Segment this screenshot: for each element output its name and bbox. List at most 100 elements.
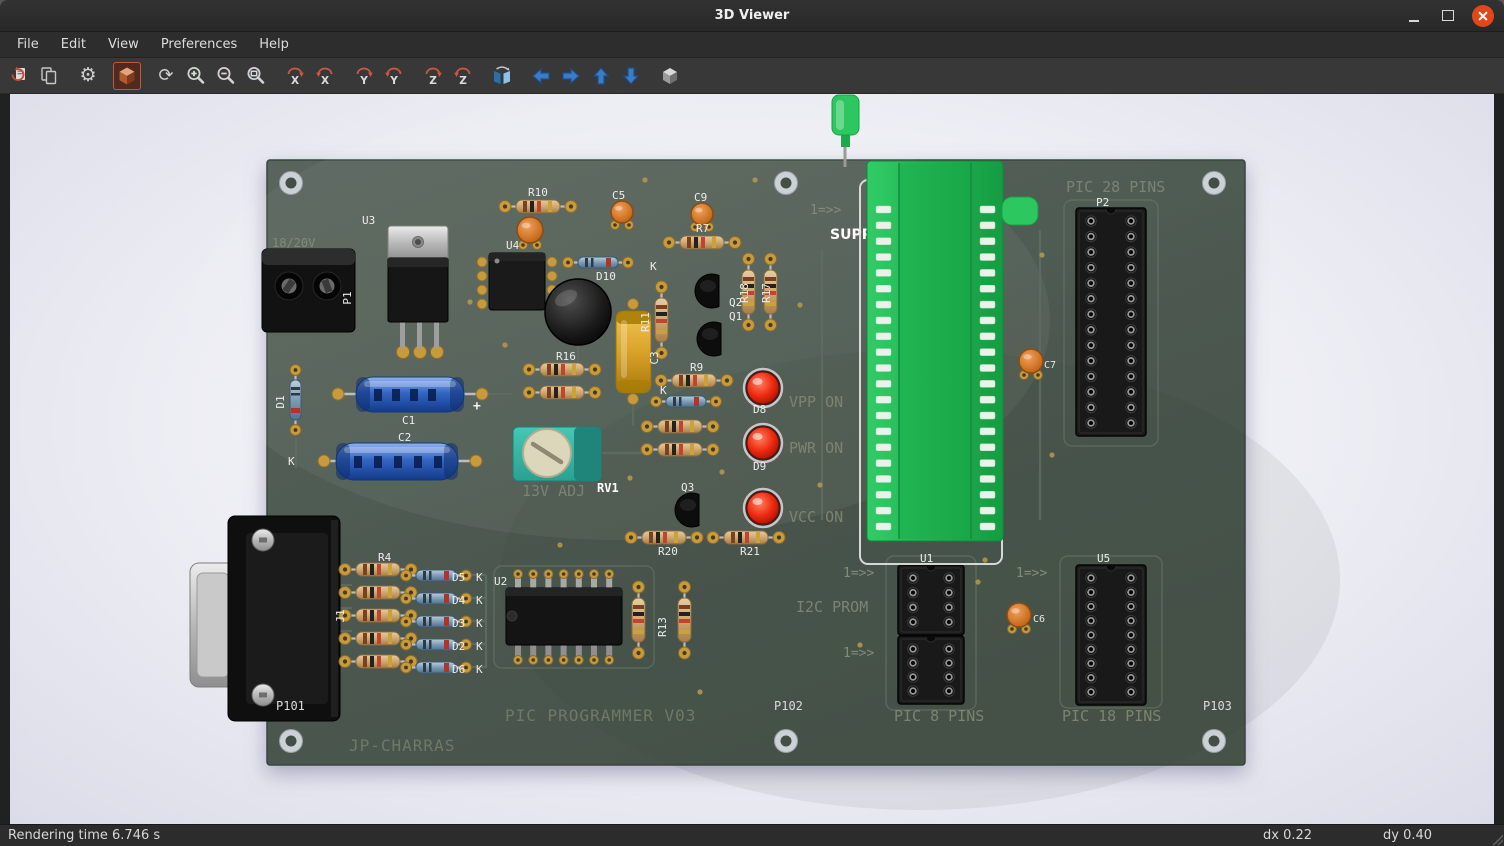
socket-u1-a — [898, 565, 964, 635]
zif-pin-slot — [980, 491, 995, 498]
zif-pin-slot — [876, 333, 891, 340]
silkscreen-label: C5 — [612, 189, 625, 202]
titlebar[interactable]: 3D Viewer — [0, 0, 1504, 32]
silkscreen-label: U5 — [1097, 552, 1110, 565]
zif-pin-slot — [876, 523, 891, 530]
silkscreen-label: R11 — [639, 312, 652, 332]
zif-pin-slot — [876, 301, 891, 308]
zif-pin-slot — [980, 333, 995, 340]
zif-pin-slot — [980, 460, 995, 467]
window-controls — [1404, 5, 1504, 27]
zif-pin-slot — [980, 396, 995, 403]
silkscreen-label: P103 — [1203, 699, 1232, 713]
rotate-x-cw-button[interactable]: X — [281, 62, 309, 90]
db9-connector — [190, 516, 340, 721]
minimize-button[interactable] — [1404, 6, 1424, 26]
move-left-button[interactable] — [527, 62, 555, 90]
silkscreen-label: K — [288, 455, 295, 468]
silkscreen-label: 1=>> — [843, 646, 874, 661]
reload-board-button[interactable] — [5, 62, 33, 90]
move-down-button[interactable] — [617, 62, 645, 90]
silkscreen-label: K — [476, 663, 483, 676]
rotate-z-ccw-button[interactable]: Z — [449, 62, 477, 90]
resize-grip[interactable] — [1491, 833, 1503, 845]
menu-preferences[interactable]: Preferences — [150, 33, 248, 56]
zoom-out-button[interactable] — [212, 62, 240, 90]
close-button[interactable] — [1472, 5, 1494, 27]
mounting-hole — [775, 172, 798, 195]
svg-text:X: X — [291, 75, 299, 87]
via — [642, 177, 647, 182]
socket-p2 — [1076, 208, 1146, 436]
via — [975, 579, 980, 584]
via — [557, 542, 562, 547]
silkscreen-label: Q3 — [681, 481, 694, 494]
silkscreen-label: U2 — [494, 575, 507, 588]
silkscreen-label: K — [650, 260, 657, 273]
zif-pin-slot — [876, 365, 891, 372]
zif-pin-slot — [980, 269, 995, 276]
svg-text:X: X — [321, 75, 329, 87]
zif-lever-arm — [1002, 197, 1038, 225]
mounting-hole — [1203, 730, 1226, 753]
move-right-button[interactable] — [557, 62, 585, 90]
zoom-in-button[interactable] — [182, 62, 210, 90]
silkscreen-label: 13V ADJ — [522, 482, 585, 500]
zif-pin-slot — [876, 238, 891, 245]
silkscreen-label: K — [476, 640, 483, 653]
menu-view[interactable]: View — [97, 33, 150, 56]
zif-pin-slot — [980, 254, 995, 261]
silkscreen-label: K — [476, 594, 483, 607]
socket-u5 — [1076, 565, 1146, 705]
zif-pin-slot — [876, 269, 891, 276]
menu-file[interactable]: File — [6, 33, 50, 56]
rotate-x-ccw-button[interactable]: X — [311, 62, 339, 90]
via — [982, 557, 987, 562]
pcb-3d-canvas[interactable]: SUPP40 — [10, 94, 1494, 824]
copy-image-button[interactable] — [35, 62, 63, 90]
redraw-button[interactable]: ⟳ — [152, 62, 180, 90]
zif-pin-slot — [980, 206, 995, 213]
raytracing-button[interactable] — [113, 62, 141, 90]
silkscreen-label: I2C PROM — [796, 598, 868, 616]
silkscreen-label: U1 — [920, 552, 933, 565]
silkscreen-label: R4 — [378, 551, 392, 564]
move-up-button[interactable] — [587, 62, 615, 90]
3d-viewport[interactable]: SUPP40 — [10, 94, 1494, 824]
socket-u1-b — [898, 636, 964, 704]
render-options-button[interactable]: ⚙ — [74, 62, 102, 90]
svg-text:Y: Y — [359, 75, 368, 87]
silkscreen-label: PIC PROGRAMMER V03 — [505, 706, 696, 725]
zif-pin-slot — [876, 222, 891, 229]
silkscreen-label: D9 — [753, 460, 766, 473]
zif-pin-slot — [980, 238, 995, 245]
zif-pin-slot — [876, 507, 891, 514]
status-dy: dy 0.40 — [1383, 828, 1432, 843]
zoom-fit-button[interactable] — [242, 62, 270, 90]
menu-edit[interactable]: Edit — [50, 33, 97, 56]
rotate-z-cw-button[interactable]: Z — [419, 62, 447, 90]
silkscreen-label: D5 — [452, 571, 465, 584]
rotate-y-cw-button[interactable]: Y — [350, 62, 378, 90]
via — [1039, 252, 1044, 257]
led-3 — [744, 489, 782, 527]
mounting-hole — [1203, 172, 1226, 195]
maximize-button[interactable] — [1438, 6, 1458, 26]
zif-pin-slot — [876, 349, 891, 356]
zif-pin-slot — [980, 301, 995, 308]
silkscreen-label: K — [476, 571, 483, 584]
zif-pin-slot — [980, 380, 995, 387]
menu-help[interactable]: Help — [248, 33, 300, 56]
rotate-y-ccw-button[interactable]: Y — [380, 62, 408, 90]
capacitor-large — [545, 279, 611, 345]
flip-board-button[interactable] — [488, 62, 516, 90]
zif-pin-slot — [980, 412, 995, 419]
orthographic-projection-button[interactable] — [656, 62, 684, 90]
via — [627, 475, 632, 480]
silkscreen-label: PWR ON — [789, 439, 843, 457]
zif-pin-slot — [876, 254, 891, 261]
silkscreen-label: P101 — [276, 699, 305, 713]
silkscreen-label: D4 — [452, 594, 466, 607]
zif-pin-slot — [876, 444, 891, 451]
power-terminal-block — [262, 249, 355, 332]
